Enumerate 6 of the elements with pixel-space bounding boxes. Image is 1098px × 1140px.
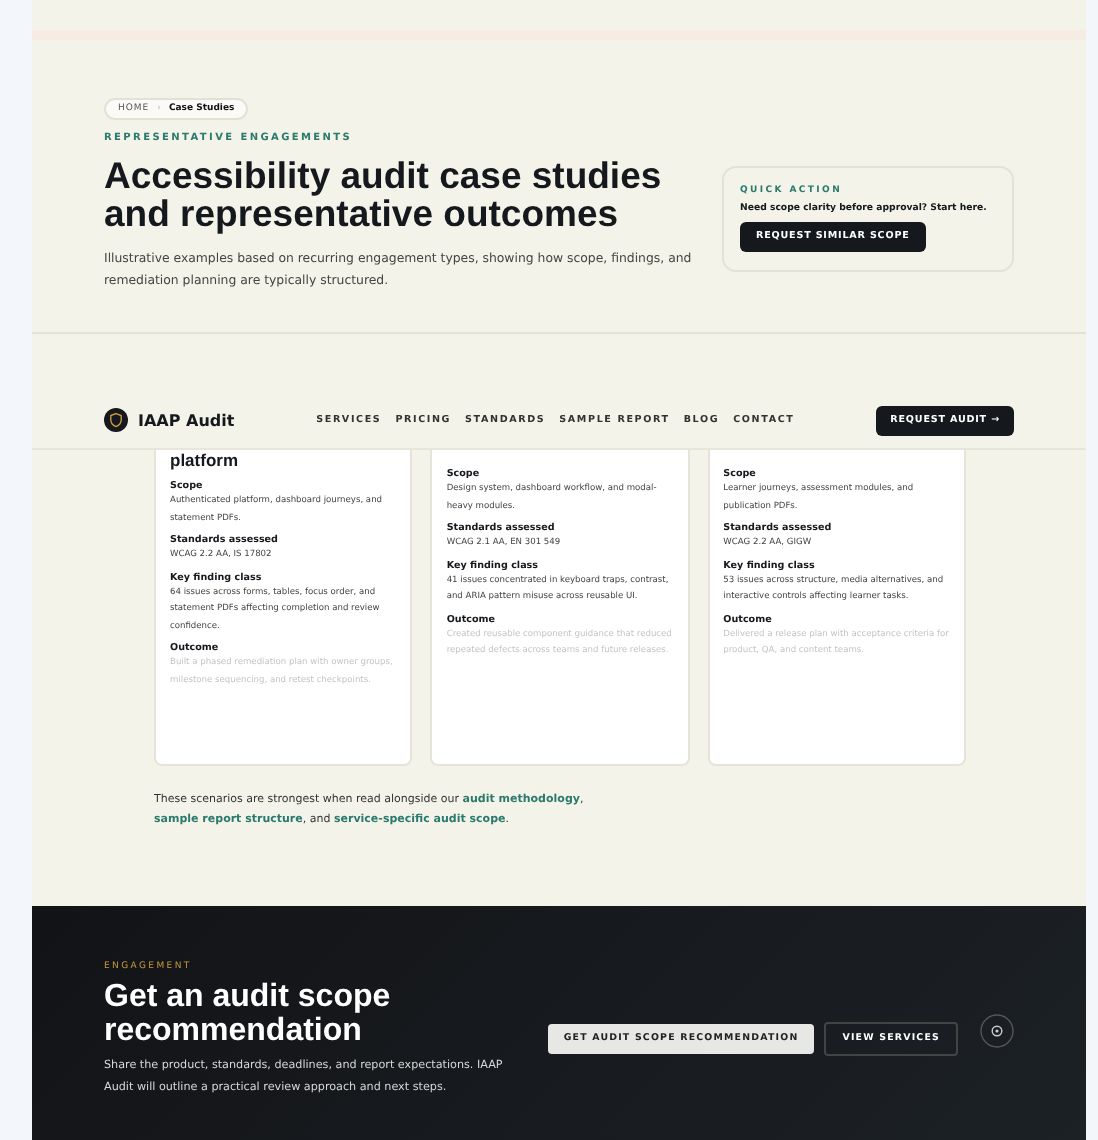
page-title: Accessibility audit case studies and representative outcomes (104, 155, 664, 231)
shield-logo-icon (104, 408, 128, 432)
brand-name[interactable]: IAAP Audit (138, 411, 235, 429)
card-title: platform (170, 450, 240, 470)
settings-icon[interactable] (980, 1014, 1014, 1048)
cta-title: Get an audit scope recommendation (104, 980, 393, 1048)
